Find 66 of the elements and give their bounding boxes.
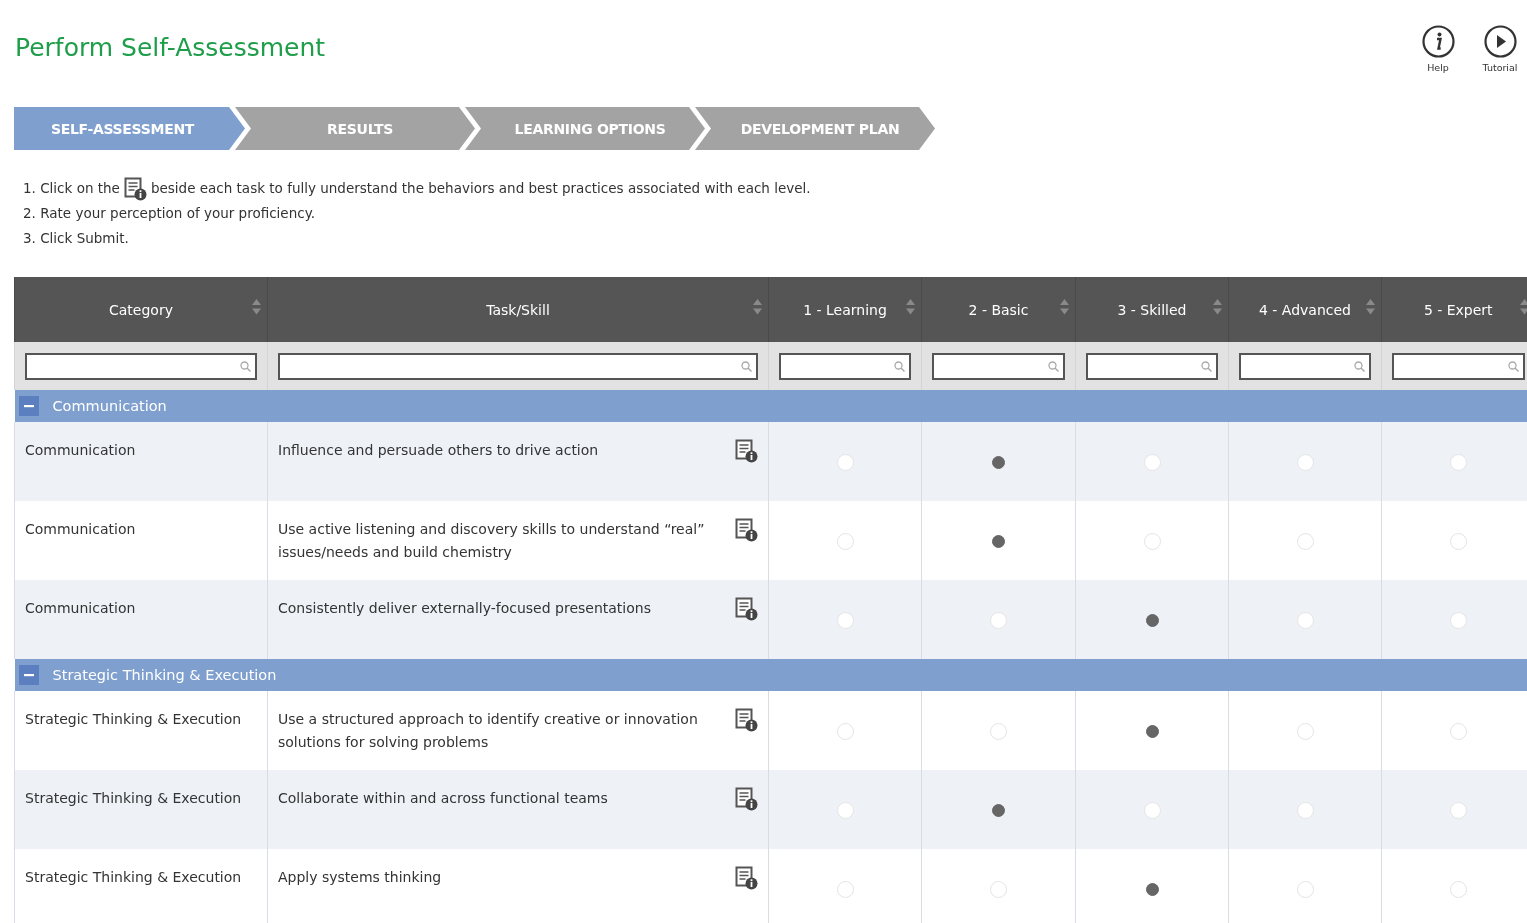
filter-field[interactable] [779, 352, 911, 380]
document-info-icon[interactable] [735, 787, 758, 811]
column-header[interactable]: Task/Skill [267, 277, 769, 342]
search-icon [1507, 360, 1519, 372]
column-header[interactable]: 5 - Expert [1381, 277, 1527, 342]
document-info-icon[interactable] [735, 866, 758, 890]
category-cell: Strategic Thinking & Execution [25, 790, 242, 806]
category-cell: Communication [25, 442, 136, 458]
sort-icon[interactable] [1213, 299, 1222, 315]
rating-radio[interactable] [1145, 882, 1159, 896]
collapse-button[interactable] [18, 665, 39, 685]
rating-radio[interactable] [1145, 613, 1159, 627]
document-info-icon [123, 176, 147, 201]
search-icon [741, 360, 752, 372]
filter-field[interactable] [278, 352, 758, 380]
sort-icon[interactable] [1366, 299, 1375, 315]
category-cell: Strategic Thinking & Execution [25, 711, 242, 727]
task-cell-text: Collaborate within and across functional teams [278, 789, 608, 808]
document-info-icon[interactable] [735, 708, 758, 732]
filter-field[interactable] [1392, 352, 1525, 380]
column-header[interactable]: 2 - Basic [921, 277, 1076, 342]
group-title: Strategic Thinking & Execution [52, 667, 277, 683]
task-cell-text: Use active listening and discovery skills to understand “real” issues/needs and build chemistry [278, 520, 705, 562]
column-header[interactable]: Category [14, 277, 268, 342]
document-info-icon[interactable] [735, 518, 758, 542]
search-icon [240, 360, 251, 372]
play-icon [1483, 25, 1517, 58]
task-cell-text: Apply systems thinking [278, 868, 442, 887]
rating-radio[interactable] [992, 455, 1005, 469]
document-info-icon[interactable] [735, 439, 758, 463]
column-header[interactable]: 4 - Advanced [1228, 277, 1382, 342]
search-icon [1201, 360, 1212, 372]
sort-icon[interactable] [753, 299, 762, 315]
search-icon [894, 360, 905, 372]
instruction-text: 2. Rate your perception of your proficiency. [23, 204, 315, 223]
task-cell-text: Influence and persuade others to drive action [278, 441, 599, 460]
filter-field[interactable] [1086, 352, 1218, 380]
rating-radio[interactable] [992, 803, 1005, 817]
category-cell: Communication [25, 600, 136, 616]
sort-icon[interactable] [252, 299, 261, 315]
search-icon [1048, 360, 1059, 372]
column-header[interactable]: 3 - Skilled [1075, 277, 1229, 342]
search-icon [1354, 360, 1365, 372]
rating-radio[interactable] [1145, 724, 1159, 738]
document-info-icon[interactable] [735, 597, 758, 621]
collapse-button[interactable] [18, 396, 39, 416]
group-title: Communication [52, 398, 167, 414]
rating-radio[interactable] [992, 534, 1005, 548]
filter-field[interactable] [932, 352, 1065, 380]
sort-icon[interactable] [906, 299, 915, 315]
instruction-text: beside each task to fully understand the behaviors and best practices associated with each level. [150, 179, 811, 198]
help-button[interactable]: Help [1416, 25, 1460, 73]
page-title: Perform Self-Assessment [15, 33, 326, 62]
info-icon [1421, 25, 1455, 58]
filter-field[interactable] [1239, 352, 1371, 380]
sort-icon[interactable] [1519, 299, 1527, 315]
task-cell-text: Use a structured approach to identify creative or innovation solutions for solving problems [278, 710, 699, 752]
instruction-text: 3. Click Submit. [23, 229, 129, 248]
instruction-text: 1. Click on the [23, 179, 120, 198]
category-cell: Strategic Thinking & Execution [25, 869, 242, 885]
tutorial-button[interactable]: Tutorial [1478, 25, 1522, 73]
category-cell: Communication [25, 521, 136, 537]
filter-field[interactable] [25, 352, 257, 380]
column-header[interactable]: 1 - Learning [768, 277, 922, 342]
task-cell-text: Consistently deliver externally-focused presentations [278, 599, 651, 618]
sort-icon[interactable] [1060, 299, 1069, 315]
